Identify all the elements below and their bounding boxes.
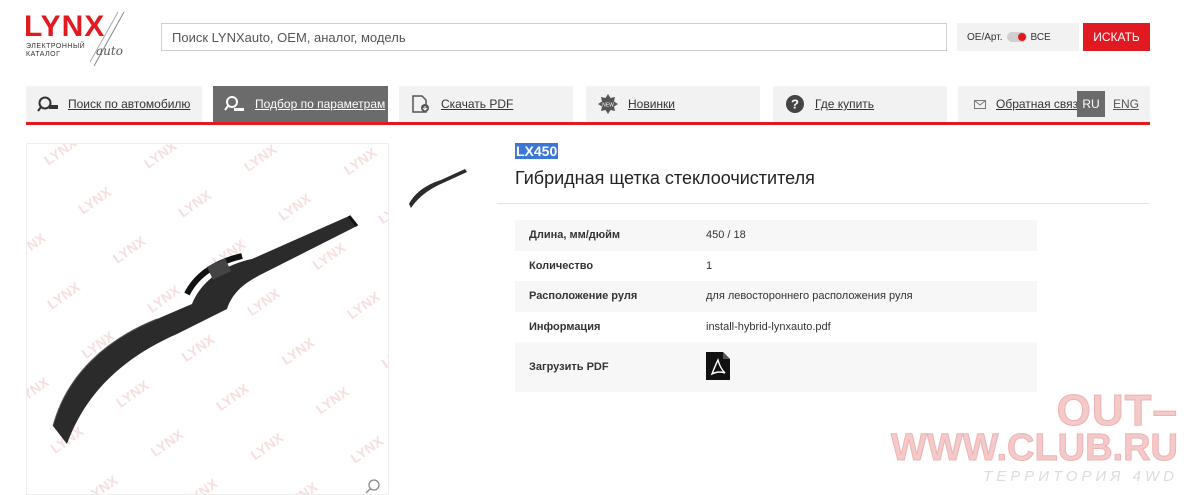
watermark-line3: ТЕРРИТОРИЯ 4WD [983, 468, 1178, 485]
spec-row-length: Длина, мм/дюйм 450 / 18 [515, 220, 1037, 251]
spec-key: Информация [529, 320, 601, 333]
nav-item-params-search[interactable]: Подбор по параметрам [213, 86, 388, 122]
main-nav: Поиск по автомобилю Подбор по параметрам… [26, 86, 1150, 122]
svg-text:NEW: NEW [602, 103, 614, 109]
logo-auto: auto [96, 44, 123, 58]
lang-ru[interactable]: RU [1077, 91, 1105, 117]
pdf-label: Загрузить PDF [529, 361, 609, 373]
svg-text:?: ? [791, 97, 799, 112]
question-icon: ? [783, 94, 807, 114]
nav-label: Подбор по параметрам [255, 97, 386, 111]
logo-sub-line1: ЭЛЕКТРОННЫЙ [26, 43, 86, 50]
nav-label: Скачать PDF [441, 97, 514, 111]
zoom-icon[interactable] [365, 478, 381, 494]
nav-label: Новинки [628, 97, 675, 111]
oe-label: OE/Арт. [967, 31, 1003, 43]
oe-all-toggle[interactable] [1006, 32, 1027, 42]
specs-table: Длина, мм/дюйм 450 / 18 Количество 1 Рас… [515, 220, 1037, 392]
spec-key: Длина, мм/дюйм [529, 229, 621, 242]
oe-filter-group: OE/Арт. ВСЕ [957, 23, 1079, 51]
pdf-download-link[interactable] [706, 351, 730, 383]
spec-row-pdf: Загрузить PDF [515, 342, 1037, 392]
product-sku: LX450 [515, 143, 559, 159]
product-thumbnail[interactable] [403, 152, 473, 214]
spec-value: install-hybrid-lynxauto.pdf [706, 320, 831, 333]
spec-key: Количество [529, 259, 594, 272]
new-badge-icon: NEW [596, 94, 620, 114]
mail-icon [968, 94, 992, 114]
nav-item-where-to-buy[interactable]: ? Где купить [773, 86, 947, 122]
pdf-file-icon [706, 351, 730, 380]
spec-row-quantity: Количество 1 [515, 251, 1037, 282]
spec-key: Расположение руля [529, 290, 638, 303]
wiper-blade-image: LYNX [27, 144, 388, 494]
product-title: Гибридная щетка стеклоочистителя [515, 168, 815, 188]
spec-value: для левостороннего расположения руля [706, 290, 913, 303]
nav-divider-line [26, 122, 1150, 125]
nav-label: Где купить [815, 97, 875, 111]
site-watermark: OUT– WWW.CLUB.RU ТЕРРИТОРИЯ 4WD [888, 387, 1188, 495]
nav-label: Поиск по автомобилю [68, 97, 191, 111]
spec-value: 1 [706, 259, 713, 272]
logo-sub-line2: КАТАЛОГ [26, 51, 61, 58]
search-input[interactable] [161, 23, 947, 51]
toggle-knob [1017, 33, 1026, 41]
nav-item-new[interactable]: NEW Новинки [586, 86, 760, 122]
product-main-image[interactable]: LYNX [26, 143, 389, 495]
spec-row-steering: Расположение руля для левостороннего рас… [515, 281, 1037, 312]
logo-subtitle: ЭЛЕКТРОННЫЙ КАТАЛОГ [26, 43, 85, 59]
nav-label: Обратная связь [996, 97, 1085, 111]
pdf-download-icon [409, 94, 433, 114]
nav-item-car-search[interactable]: Поиск по автомобилю [26, 86, 202, 122]
spec-row-info: Информация install-hybrid-lynxauto.pdf [515, 311, 1037, 342]
nav-item-pdf-download[interactable]: Скачать PDF [399, 86, 573, 122]
lynx-logo[interactable]: LYNX ЭЛЕКТРОННЫЙ КАТАЛОГ auto [24, 10, 134, 68]
car-search-icon [36, 94, 60, 114]
lang-eng[interactable]: ENG [1111, 91, 1141, 117]
title-divider [497, 203, 1149, 204]
search-button[interactable]: ИСКАТЬ [1083, 23, 1150, 51]
logo-slash-mark [89, 11, 125, 67]
spec-value: 450 / 18 [706, 229, 746, 242]
watermark-line2: WWW.CLUB.RU [890, 427, 1178, 469]
all-label: ВСЕ [1030, 31, 1051, 43]
params-search-icon [223, 94, 247, 114]
